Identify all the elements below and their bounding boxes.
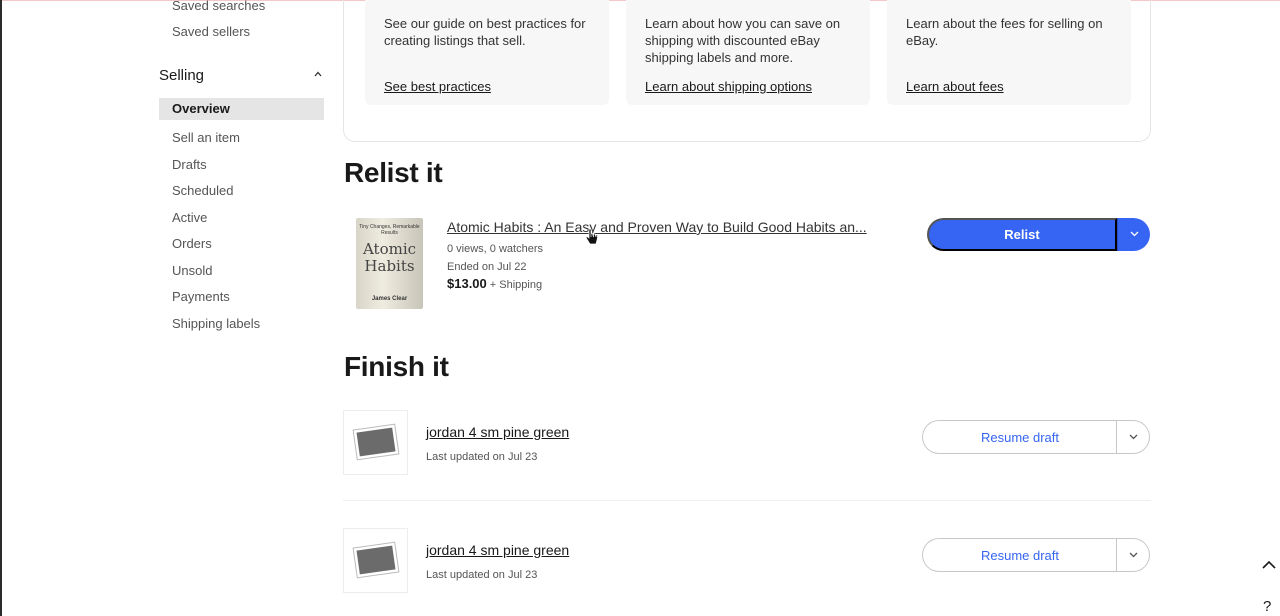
tip-link-best-practices[interactable]: See best practices bbox=[384, 79, 491, 94]
tip-fees: Learn about the fees for selling on eBay… bbox=[887, 0, 1131, 105]
sidebar-item-scheduled[interactable]: Scheduled bbox=[172, 183, 233, 198]
cover-title-line-1: Atomic bbox=[362, 240, 417, 258]
item-price-row: $13.00 + Shipping bbox=[447, 276, 542, 291]
sidebar-item-saved-searches[interactable]: Saved searches bbox=[172, 0, 265, 13]
sidebar-item-payments[interactable]: Payments bbox=[172, 289, 230, 304]
item-ended-date: Ended on Jul 22 bbox=[447, 261, 527, 273]
draft-updated: Last updated on Jul 23 bbox=[426, 569, 538, 581]
item-stats: 0 views, 0 watchers bbox=[447, 243, 543, 255]
sidebar-item-unsold[interactable]: Unsold bbox=[172, 263, 212, 278]
window-edge bbox=[0, 0, 2, 616]
tip-text: See our guide on best practices for crea… bbox=[384, 16, 586, 48]
resume-draft-button[interactable]: Resume draft bbox=[922, 538, 1117, 572]
sidebar-item-shipping-labels[interactable]: Shipping labels bbox=[172, 316, 260, 331]
draft-thumbnail[interactable] bbox=[343, 528, 408, 593]
tip-link-fees[interactable]: Learn about fees bbox=[906, 79, 1004, 94]
section-heading-relist: Relist it bbox=[344, 157, 443, 188]
sidebar-item-active[interactable]: Active bbox=[172, 210, 207, 225]
photo-placeholder-icon bbox=[352, 423, 400, 461]
tip-text: Learn about the fees for selling on eBay… bbox=[906, 16, 1103, 48]
chevron-up-icon[interactable] bbox=[314, 70, 322, 81]
relist-options-button[interactable] bbox=[1117, 218, 1150, 251]
hand-cursor-icon bbox=[585, 228, 598, 245]
cover-tagline: Tiny Changes, Remarkable Results bbox=[359, 224, 420, 236]
sidebar-item-overview[interactable]: Overview bbox=[172, 101, 230, 116]
section-heading-finish: Finish it bbox=[344, 351, 449, 382]
cover-title-line-2: Habits bbox=[364, 257, 415, 275]
draft-updated: Last updated on Jul 23 bbox=[426, 451, 538, 463]
sidebar-item-drafts[interactable]: Drafts bbox=[172, 157, 207, 172]
item-price: $13.00 bbox=[447, 276, 487, 291]
sidebar-heading-selling[interactable]: Selling bbox=[159, 67, 204, 84]
resume-draft-button[interactable]: Resume draft bbox=[922, 420, 1117, 454]
chevron-up-icon bbox=[1262, 560, 1276, 569]
tip-text: Learn about how you can save on shipping… bbox=[645, 16, 841, 65]
tips-card: See our guide on best practices for crea… bbox=[343, 0, 1151, 142]
sidebar-item-sell-an-item[interactable]: Sell an item bbox=[172, 130, 240, 145]
book-cover-image[interactable]: Tiny Changes, Remarkable Results Atomic … bbox=[356, 218, 423, 309]
chevron-down-icon bbox=[1130, 229, 1139, 240]
relist-button[interactable]: Relist bbox=[927, 218, 1117, 251]
draft-options-button[interactable] bbox=[1116, 538, 1150, 572]
tip-shipping: Learn about how you can save on shipping… bbox=[626, 0, 870, 105]
draft-title-link[interactable]: jordan 4 sm pine green bbox=[426, 542, 569, 558]
item-shipping: + Shipping bbox=[489, 279, 543, 291]
sidebar-item-saved-sellers[interactable]: Saved sellers bbox=[172, 24, 250, 39]
back-to-top-button[interactable] bbox=[1258, 552, 1280, 576]
sidebar-item-orders[interactable]: Orders bbox=[172, 236, 212, 251]
chevron-down-icon bbox=[1129, 432, 1138, 443]
draft-thumbnail[interactable] bbox=[343, 410, 408, 475]
chevron-down-icon bbox=[1129, 550, 1138, 561]
draft-options-button[interactable] bbox=[1116, 420, 1150, 454]
photo-placeholder-icon bbox=[352, 541, 400, 579]
tip-link-shipping-options[interactable]: Learn about shipping options bbox=[645, 79, 812, 94]
divider bbox=[343, 500, 1151, 501]
item-title-link[interactable]: Atomic Habits : An Easy and Proven Way t… bbox=[447, 219, 867, 235]
draft-title-link[interactable]: jordan 4 sm pine green bbox=[426, 424, 569, 440]
help-icon[interactable]: ? bbox=[1263, 598, 1271, 615]
cover-author: James Clear bbox=[371, 296, 408, 302]
tip-best-practices: See our guide on best practices for crea… bbox=[365, 0, 609, 105]
